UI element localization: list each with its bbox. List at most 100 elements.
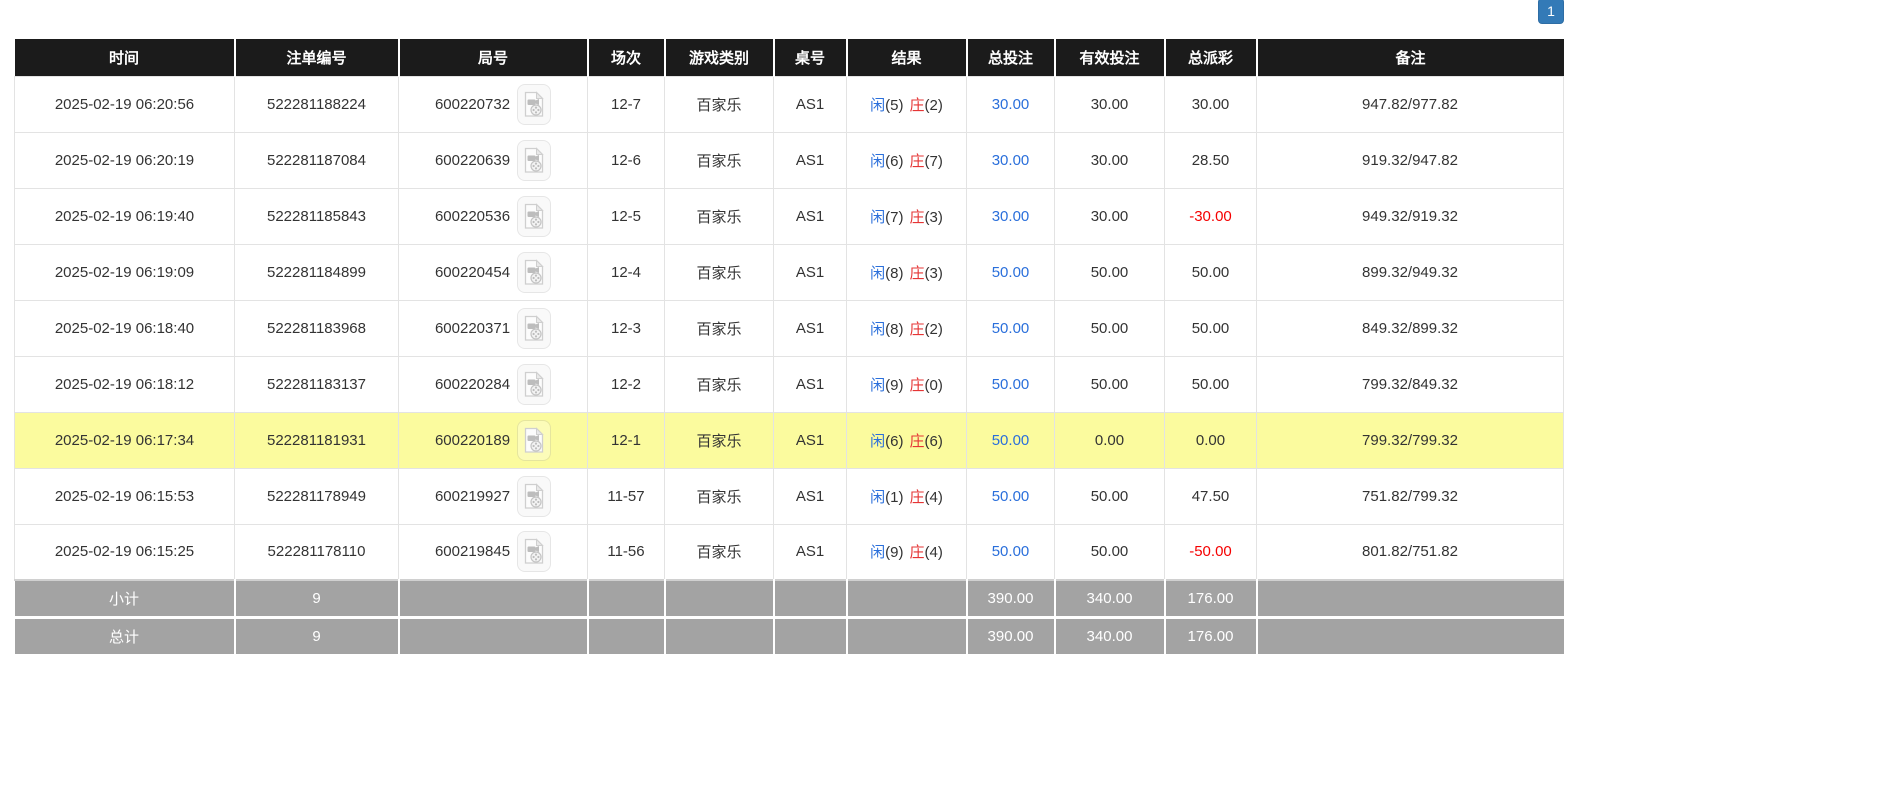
remark-cell: 949.32/919.32 [1256, 187, 1564, 245]
valid-bet-cell: 30.00 [1054, 75, 1165, 133]
player-result-label: 闲 [870, 152, 886, 170]
subtotal-empty-cell [398, 579, 589, 617]
player-points: (8) [885, 320, 904, 338]
time-cell: 2025-02-19 06:17:34 [14, 411, 235, 469]
remark-cell: 801.82/751.82 [1256, 523, 1564, 581]
round-cell: 600220284 [398, 355, 588, 413]
table-row: 2025-02-19 06:15:25 522281178110 6002198… [14, 523, 1564, 581]
video-replay-button[interactable] [517, 363, 552, 405]
column-header-total-bet: 总投注 [966, 39, 1056, 76]
subtotal-empty-cell [664, 579, 775, 617]
time-cell: 2025-02-19 06:18:12 [14, 355, 235, 413]
remark-cell: 751.82/799.32 [1256, 467, 1564, 525]
round-cell: 600220639 [398, 131, 588, 189]
table-row: 2025-02-19 06:19:09 522281184899 6002204… [14, 243, 1564, 301]
round-cell: 600220371 [398, 299, 588, 357]
game-type-cell: 百家乐 [664, 299, 774, 357]
banker-points: (2) [924, 320, 943, 338]
player-result-label: 闲 [870, 376, 886, 394]
player-result-label: 闲 [870, 432, 886, 450]
video-file-icon [523, 426, 545, 454]
video-replay-button[interactable] [517, 419, 552, 461]
payout-cell: 47.50 [1164, 467, 1257, 525]
round-cell: 600220536 [398, 187, 588, 245]
payout-cell: 0.00 [1164, 411, 1257, 469]
subtotal-label: 小计 [14, 579, 236, 617]
column-header-remark: 备注 [1256, 39, 1564, 76]
subtotal-row: 小计 9 390.00 340.00 176.00 [14, 579, 1564, 617]
table-no-cell: AS1 [773, 299, 847, 357]
table-no-cell: AS1 [773, 187, 847, 245]
valid-bet-cell: 50.00 [1054, 299, 1165, 357]
grand-total-total-bet: 390.00 [966, 615, 1056, 654]
table-row: 2025-02-19 06:18:12 522281183137 6002202… [14, 355, 1564, 413]
game-type-cell: 百家乐 [664, 355, 774, 413]
time-cell: 2025-02-19 06:15:25 [14, 523, 235, 581]
banker-points: (6) [924, 432, 943, 450]
total-bet-cell: 50.00 [966, 411, 1055, 469]
table-no-cell: AS1 [773, 467, 847, 525]
total-bet-cell: 30.00 [966, 187, 1055, 245]
result-cell: 闲(8) 庄(3) [846, 243, 967, 301]
header-row: 时间 注单编号 局号 场次 游戏类别 桌号 结果 总投注 有效投注 总派彩 备注 [14, 39, 1564, 76]
video-replay-button[interactable] [517, 531, 552, 573]
bet-id-cell: 522281183968 [234, 299, 399, 357]
video-replay-button[interactable] [517, 83, 552, 125]
payout-cell: 50.00 [1164, 355, 1257, 413]
video-replay-button[interactable] [517, 251, 552, 293]
table-row: 2025-02-19 06:19:40 522281185843 6002205… [14, 187, 1564, 245]
player-result-label: 闲 [870, 544, 886, 562]
bet-id-cell: 522281188224 [234, 75, 399, 133]
game-type-cell: 百家乐 [664, 243, 774, 301]
video-replay-button[interactable] [517, 195, 552, 237]
player-result-label: 闲 [870, 488, 886, 506]
video-replay-button[interactable] [517, 475, 552, 517]
remark-cell: 947.82/977.82 [1256, 75, 1564, 133]
round-id: 600219845 [434, 543, 511, 561]
table-no-cell: AS1 [773, 75, 847, 133]
result-cell: 闲(9) 庄(0) [846, 355, 967, 413]
remark-cell: 849.32/899.32 [1256, 299, 1564, 357]
column-header-payout: 总派彩 [1164, 39, 1258, 76]
valid-bet-cell: 50.00 [1054, 523, 1165, 581]
column-header-result: 结果 [846, 39, 968, 76]
total-bet-cell: 30.00 [966, 75, 1055, 133]
session-cell: 12-7 [587, 75, 665, 133]
banker-points: (3) [924, 208, 943, 226]
banker-points: (0) [924, 376, 943, 394]
video-replay-button[interactable] [517, 139, 552, 181]
time-cell: 2025-02-19 06:20:56 [14, 75, 235, 133]
column-header-round-id: 局号 [398, 39, 589, 76]
player-points: (9) [885, 376, 904, 394]
payout-cell: 50.00 [1164, 243, 1257, 301]
grand-total-valid-bet: 340.00 [1054, 615, 1166, 654]
banker-result-label: 庄 [909, 488, 925, 506]
grand-total-empty-cell [398, 615, 589, 654]
video-replay-button[interactable] [517, 307, 552, 349]
grand-total-empty-cell [664, 615, 775, 654]
session-cell: 11-56 [587, 523, 665, 581]
column-header-bet-id: 注单编号 [234, 39, 400, 76]
session-cell: 12-4 [587, 243, 665, 301]
round-id: 600220371 [434, 319, 511, 337]
total-bet-cell: 50.00 [966, 355, 1055, 413]
video-file-icon [523, 202, 545, 230]
player-points: (6) [885, 432, 904, 450]
valid-bet-cell: 30.00 [1054, 187, 1165, 245]
banker-result-label: 庄 [909, 432, 925, 450]
round-cell: 600219927 [398, 467, 588, 525]
column-header-valid-bet: 有效投注 [1054, 39, 1166, 76]
round-id: 600220454 [434, 263, 511, 281]
game-type-cell: 百家乐 [664, 523, 774, 581]
video-file-icon [523, 314, 545, 342]
game-type-cell: 百家乐 [664, 187, 774, 245]
banker-points: (7) [924, 152, 943, 170]
player-points: (5) [885, 96, 904, 114]
page-1-button[interactable]: 1 [1538, 0, 1564, 24]
round-id: 600220189 [434, 431, 511, 449]
grand-total-empty-cell [587, 615, 666, 654]
banker-points: (2) [924, 96, 943, 114]
player-points: (8) [885, 264, 904, 282]
time-cell: 2025-02-19 06:19:09 [14, 243, 235, 301]
player-points: (9) [885, 544, 904, 562]
